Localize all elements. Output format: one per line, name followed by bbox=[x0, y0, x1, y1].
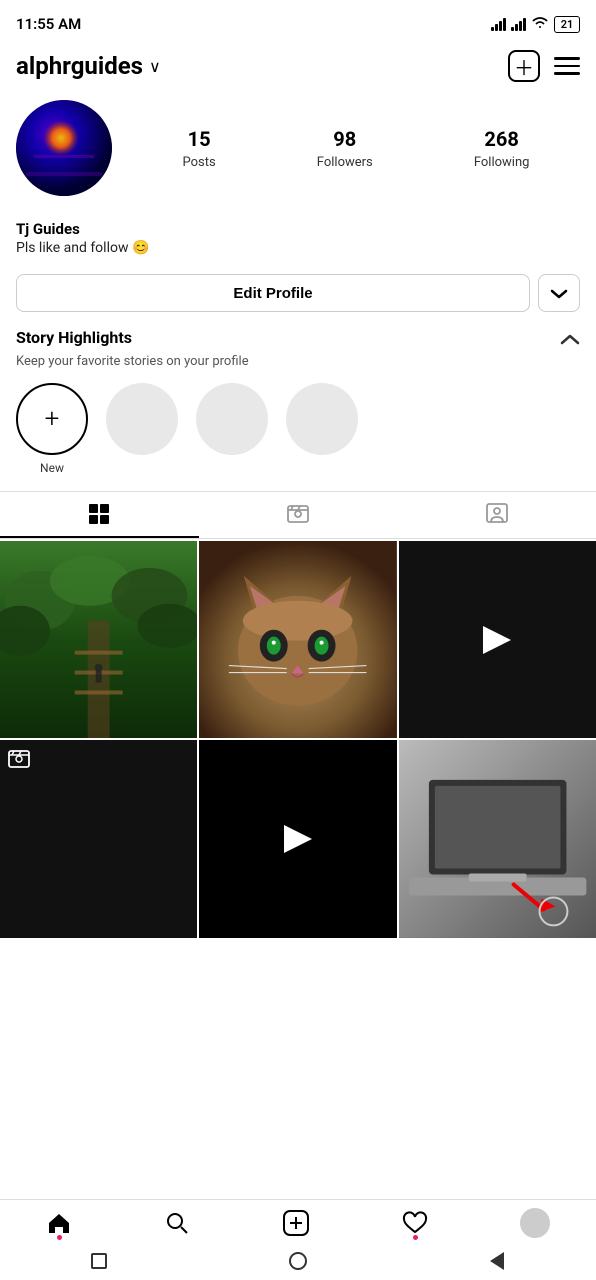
photo-grid bbox=[0, 541, 596, 938]
highlights-title-group: Story Highlights bbox=[16, 328, 132, 347]
reel-icon bbox=[8, 748, 30, 774]
bottom-nav bbox=[0, 1199, 596, 1280]
signal-icon-2 bbox=[511, 17, 526, 31]
profile-options-button[interactable] bbox=[538, 274, 580, 312]
profile-bio: Pls like and follow 😊 bbox=[16, 240, 580, 256]
highlight-new[interactable]: + New bbox=[16, 383, 88, 475]
highlights-header: Story Highlights bbox=[0, 324, 596, 354]
back-button[interactable] bbox=[486, 1250, 508, 1272]
nav-activity[interactable] bbox=[402, 1210, 428, 1236]
highlight-new-circle[interactable]: + bbox=[16, 383, 88, 455]
highlight-item-3[interactable] bbox=[286, 383, 358, 455]
add-content-button[interactable]: ＋ bbox=[508, 50, 540, 82]
profile-section: 15 Posts 98 Followers 268 Following bbox=[0, 92, 596, 220]
wifi-icon bbox=[531, 15, 549, 33]
signal-icon-1 bbox=[491, 17, 506, 31]
nav-profile[interactable] bbox=[520, 1208, 550, 1238]
highlight-circle-1[interactable] bbox=[106, 383, 178, 455]
username: alphrguides bbox=[16, 52, 143, 80]
recent-apps-button[interactable] bbox=[88, 1250, 110, 1272]
grid-item-video[interactable] bbox=[199, 740, 396, 937]
tab-grid[interactable] bbox=[0, 492, 199, 538]
status-bar: 11:55 AM 21 bbox=[0, 0, 596, 44]
following-label: Following bbox=[474, 155, 530, 170]
grid-item-cat[interactable] bbox=[199, 541, 396, 738]
posts-stat[interactable]: 15 Posts bbox=[183, 127, 216, 170]
grid-item-dark[interactable] bbox=[399, 541, 596, 738]
grid-item-laptop[interactable] bbox=[399, 740, 596, 937]
avatar[interactable] bbox=[16, 100, 112, 196]
home-button[interactable] bbox=[287, 1250, 309, 1272]
highlight-new-label: New bbox=[40, 461, 64, 475]
plus-icon: + bbox=[45, 404, 60, 434]
posts-count: 15 bbox=[183, 127, 216, 151]
nav-avatar bbox=[520, 1208, 550, 1238]
nav-home-dot bbox=[57, 1235, 62, 1240]
highlight-item-2[interactable] bbox=[196, 383, 268, 455]
posts-label: Posts bbox=[183, 155, 216, 170]
system-bar bbox=[0, 1244, 596, 1280]
highlights-title: Story Highlights bbox=[16, 328, 132, 347]
play-icon-2 bbox=[284, 825, 312, 853]
menu-button[interactable] bbox=[554, 57, 580, 75]
stats-row: 15 Posts 98 Followers 268 Following bbox=[132, 127, 580, 170]
nav-activity-dot bbox=[413, 1235, 418, 1240]
nav-row bbox=[0, 1200, 596, 1244]
followers-stat[interactable]: 98 Followers bbox=[317, 127, 373, 170]
following-stat[interactable]: 268 Following bbox=[474, 127, 530, 170]
grid-item-reel[interactable] bbox=[0, 740, 197, 937]
play-icon bbox=[483, 626, 511, 654]
bio-section: Tj Guides Pls like and follow 😊 bbox=[0, 220, 596, 264]
edit-profile-button[interactable]: Edit Profile bbox=[16, 274, 530, 312]
highlight-item-1[interactable] bbox=[106, 383, 178, 455]
tab-reels[interactable] bbox=[199, 492, 398, 538]
header-icons: ＋ bbox=[508, 50, 580, 82]
highlight-circle-2[interactable] bbox=[196, 383, 268, 455]
edit-profile-row: Edit Profile bbox=[0, 264, 596, 324]
nav-search[interactable] bbox=[164, 1210, 190, 1236]
header: alphrguides ∨ ＋ bbox=[0, 44, 596, 92]
followers-count: 98 bbox=[317, 127, 373, 151]
chevron-down-icon[interactable]: ∨ bbox=[149, 57, 161, 76]
tabs-row bbox=[0, 491, 596, 539]
highlight-circle-3[interactable] bbox=[286, 383, 358, 455]
followers-label: Followers bbox=[317, 155, 373, 170]
profile-top: 15 Posts 98 Followers 268 Following bbox=[16, 100, 580, 196]
nav-add[interactable] bbox=[282, 1209, 310, 1237]
profile-name: Tj Guides bbox=[16, 220, 580, 238]
status-time: 11:55 AM bbox=[16, 15, 81, 33]
grid-item-forest[interactable] bbox=[0, 541, 197, 738]
highlights-collapse-button[interactable] bbox=[560, 328, 580, 352]
status-icons: 21 bbox=[491, 15, 580, 33]
username-row[interactable]: alphrguides ∨ bbox=[16, 52, 161, 80]
highlights-subtitle: Keep your favorite stories on your profi… bbox=[0, 354, 596, 379]
nav-home[interactable] bbox=[46, 1210, 72, 1236]
battery-icon: 21 bbox=[554, 16, 580, 33]
highlights-circles: + New bbox=[0, 379, 596, 491]
tab-tagged[interactable] bbox=[397, 492, 596, 538]
following-count: 268 bbox=[474, 127, 530, 151]
